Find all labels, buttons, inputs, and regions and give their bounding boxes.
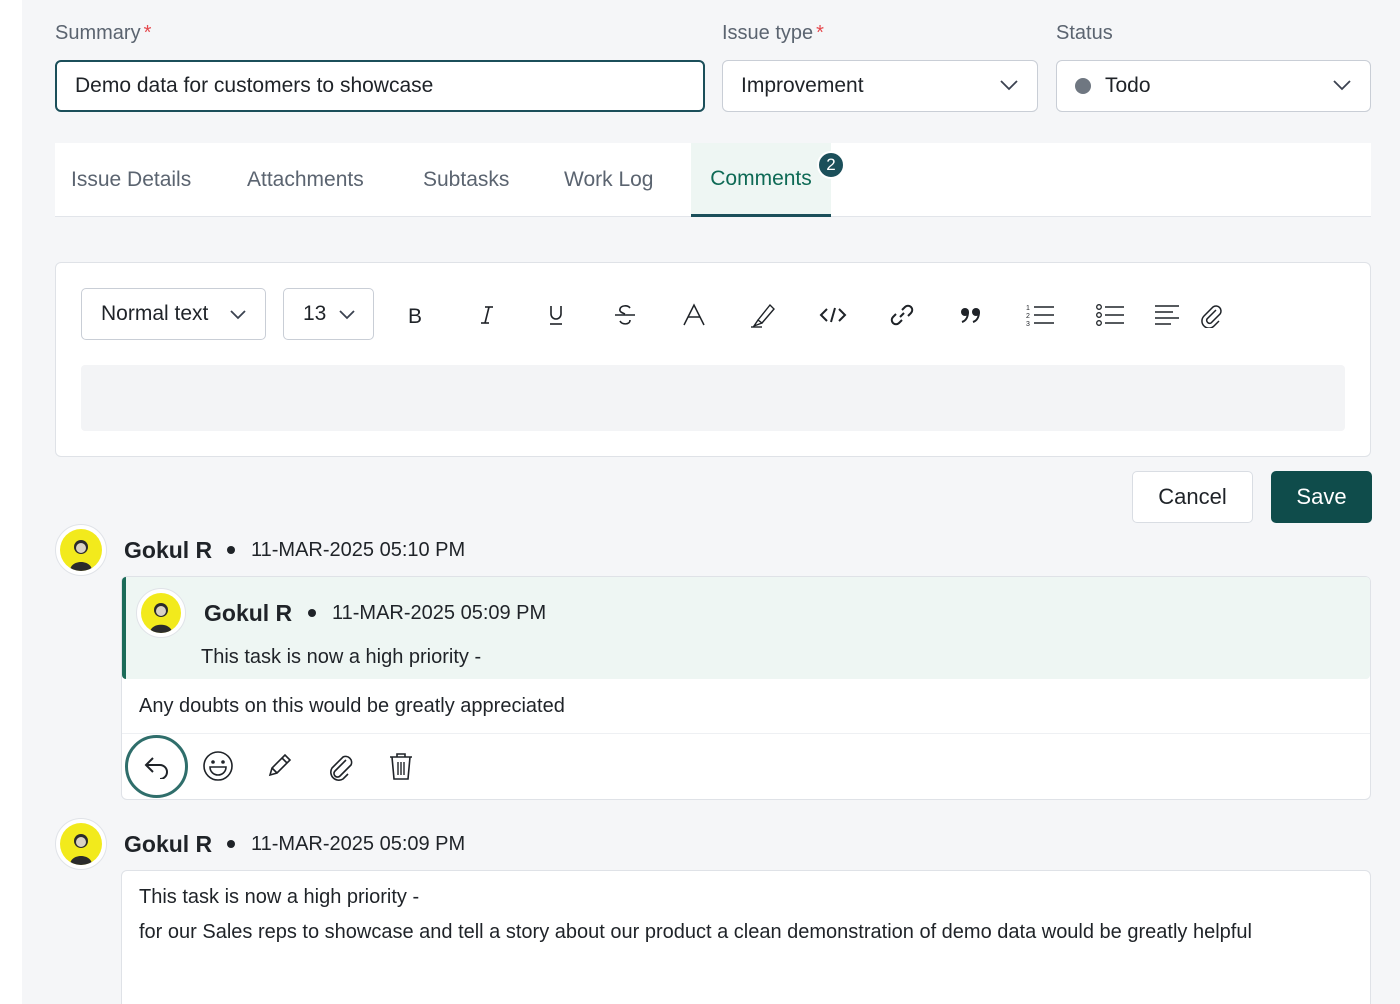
quoted-text: This task is now a high priority - (201, 646, 482, 668)
attach-icon[interactable] (1194, 298, 1228, 332)
text-style-select[interactable]: Normal text (81, 288, 266, 340)
comment-textarea[interactable] (81, 365, 1345, 431)
avatar (55, 818, 107, 870)
comments-count-badge: 2 (817, 151, 845, 179)
quoted-timestamp: 11-MAR-2025 05:09 PM (332, 602, 547, 624)
svg-text:2: 2 (1026, 313, 1030, 320)
underline-icon[interactable] (539, 298, 573, 332)
tab-attachments[interactable]: Attachments (247, 143, 364, 217)
tab-label: Subtasks (423, 168, 510, 191)
emoji-icon[interactable] (200, 748, 236, 784)
summary-input[interactable]: Demo data for customers to showcase (55, 60, 705, 112)
issue-type-value: Improvement (741, 74, 864, 97)
tab-issue-details[interactable]: Issue Details (71, 143, 191, 217)
tab-label: Work Log (564, 168, 654, 191)
separator-dot (308, 609, 316, 617)
code-icon[interactable] (816, 298, 850, 332)
edit-icon[interactable] (261, 748, 297, 784)
cancel-label: Cancel (1158, 484, 1227, 509)
comment-author: Gokul R (124, 537, 213, 563)
separator-dot (227, 840, 235, 848)
strikethrough-icon[interactable] (608, 298, 642, 332)
status-select[interactable]: Todo (1056, 60, 1371, 112)
summary-label: Summary * (55, 22, 151, 45)
separator-dot (227, 546, 235, 554)
issue-tabs: Issue Details Attachments Subtasks Work … (55, 143, 1371, 217)
bold-icon[interactable]: B (399, 298, 433, 332)
align-left-icon[interactable] (1150, 298, 1184, 332)
required-mark: * (143, 22, 152, 44)
issue-type-label-text: Issue type (722, 22, 814, 44)
comment-body-line: This task is now a high priority - (139, 886, 420, 908)
tab-label: Issue Details (71, 168, 192, 191)
text-color-icon[interactable] (677, 298, 711, 332)
link-icon[interactable] (885, 298, 919, 332)
ordered-list-icon[interactable]: 123 (1023, 298, 1057, 332)
status-value: Todo (1105, 74, 1151, 97)
status-dot (1075, 78, 1091, 94)
save-button[interactable]: Save (1271, 471, 1372, 523)
tab-label: Comments (710, 166, 812, 190)
svg-text:1: 1 (1026, 305, 1030, 312)
divider (122, 733, 1370, 734)
comment-timestamp: 11-MAR-2025 05:09 PM (251, 833, 466, 855)
tab-label: Attachments (247, 168, 364, 191)
quoted-author: Gokul R (204, 600, 293, 626)
issue-type-label: Issue type * (722, 22, 824, 45)
text-style-value: Normal text (101, 302, 209, 325)
reply-button[interactable] (125, 735, 188, 798)
tab-work-log[interactable]: Work Log (564, 143, 654, 217)
chevron-down-icon (1000, 80, 1018, 91)
status-label: Status (1056, 22, 1113, 45)
quote-icon[interactable] (954, 298, 988, 332)
issue-type-select[interactable]: Improvement (722, 60, 1038, 112)
italic-icon[interactable] (470, 298, 504, 332)
attach-icon[interactable] (322, 748, 358, 784)
summary-value: Demo data for customers to showcase (75, 74, 434, 97)
comment-body: Any doubts on this would be greatly appr… (139, 695, 565, 717)
delete-icon[interactable] (383, 748, 419, 784)
reply-icon (144, 756, 168, 779)
cancel-button[interactable]: Cancel (1132, 471, 1253, 523)
comment-body-line: for our Sales reps to showcase and tell … (139, 921, 1252, 943)
font-size-value: 13 (303, 302, 327, 325)
chevron-down-icon (1333, 80, 1351, 91)
required-mark: * (816, 22, 824, 44)
bullet-list-icon[interactable] (1093, 298, 1127, 332)
tab-comments[interactable]: Comments 2 (691, 143, 845, 217)
summary-label-text: Summary (55, 22, 141, 44)
tab-subtasks[interactable]: Subtasks (423, 143, 509, 217)
avatar (55, 524, 107, 576)
comment-author: Gokul R (124, 831, 213, 857)
chevron-down-icon (339, 310, 355, 320)
svg-text:B: B (408, 305, 422, 326)
status-label-text: Status (1056, 22, 1113, 44)
comment-timestamp: 11-MAR-2025 05:10 PM (251, 539, 466, 561)
avatar (136, 588, 186, 638)
svg-text:3: 3 (1026, 321, 1030, 328)
save-label: Save (1296, 484, 1347, 509)
font-size-select[interactable]: 13 (283, 288, 374, 340)
highlight-icon[interactable] (746, 298, 780, 332)
chevron-down-icon (230, 310, 246, 320)
left-edge-panel (0, 0, 22, 1004)
